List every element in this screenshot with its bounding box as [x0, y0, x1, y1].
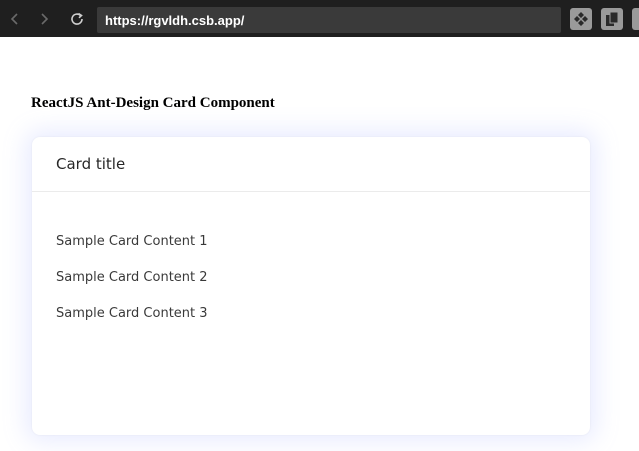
card-body: Sample Card Content 1 Sample Card Conten…: [32, 192, 590, 365]
extension-icon[interactable]: [570, 8, 592, 30]
url-text: https://rgvldh.csb.app/: [105, 12, 245, 28]
reload-icon[interactable]: [66, 8, 88, 30]
card-content-line: Sample Card Content 1: [56, 234, 208, 249]
card-content-line: Sample Card Content 2: [56, 270, 208, 285]
card-header: Card title: [32, 137, 590, 192]
url-input[interactable]: https://rgvldh.csb.app/: [97, 7, 561, 33]
copy-icon[interactable]: [601, 8, 623, 30]
card-title: Card title: [56, 155, 126, 173]
card: Card title Sample Card Content 1 Sample …: [32, 137, 590, 435]
browser-toolbar: https://rgvldh.csb.app/: [0, 0, 639, 37]
menu-icon[interactable]: [632, 8, 639, 30]
card-content-line: Sample Card Content 3: [56, 306, 208, 321]
back-arrow-icon[interactable]: [4, 8, 26, 30]
page-title: ReactJS Ant-Design Card Component: [31, 95, 275, 111]
forward-arrow-icon[interactable]: [33, 8, 55, 30]
